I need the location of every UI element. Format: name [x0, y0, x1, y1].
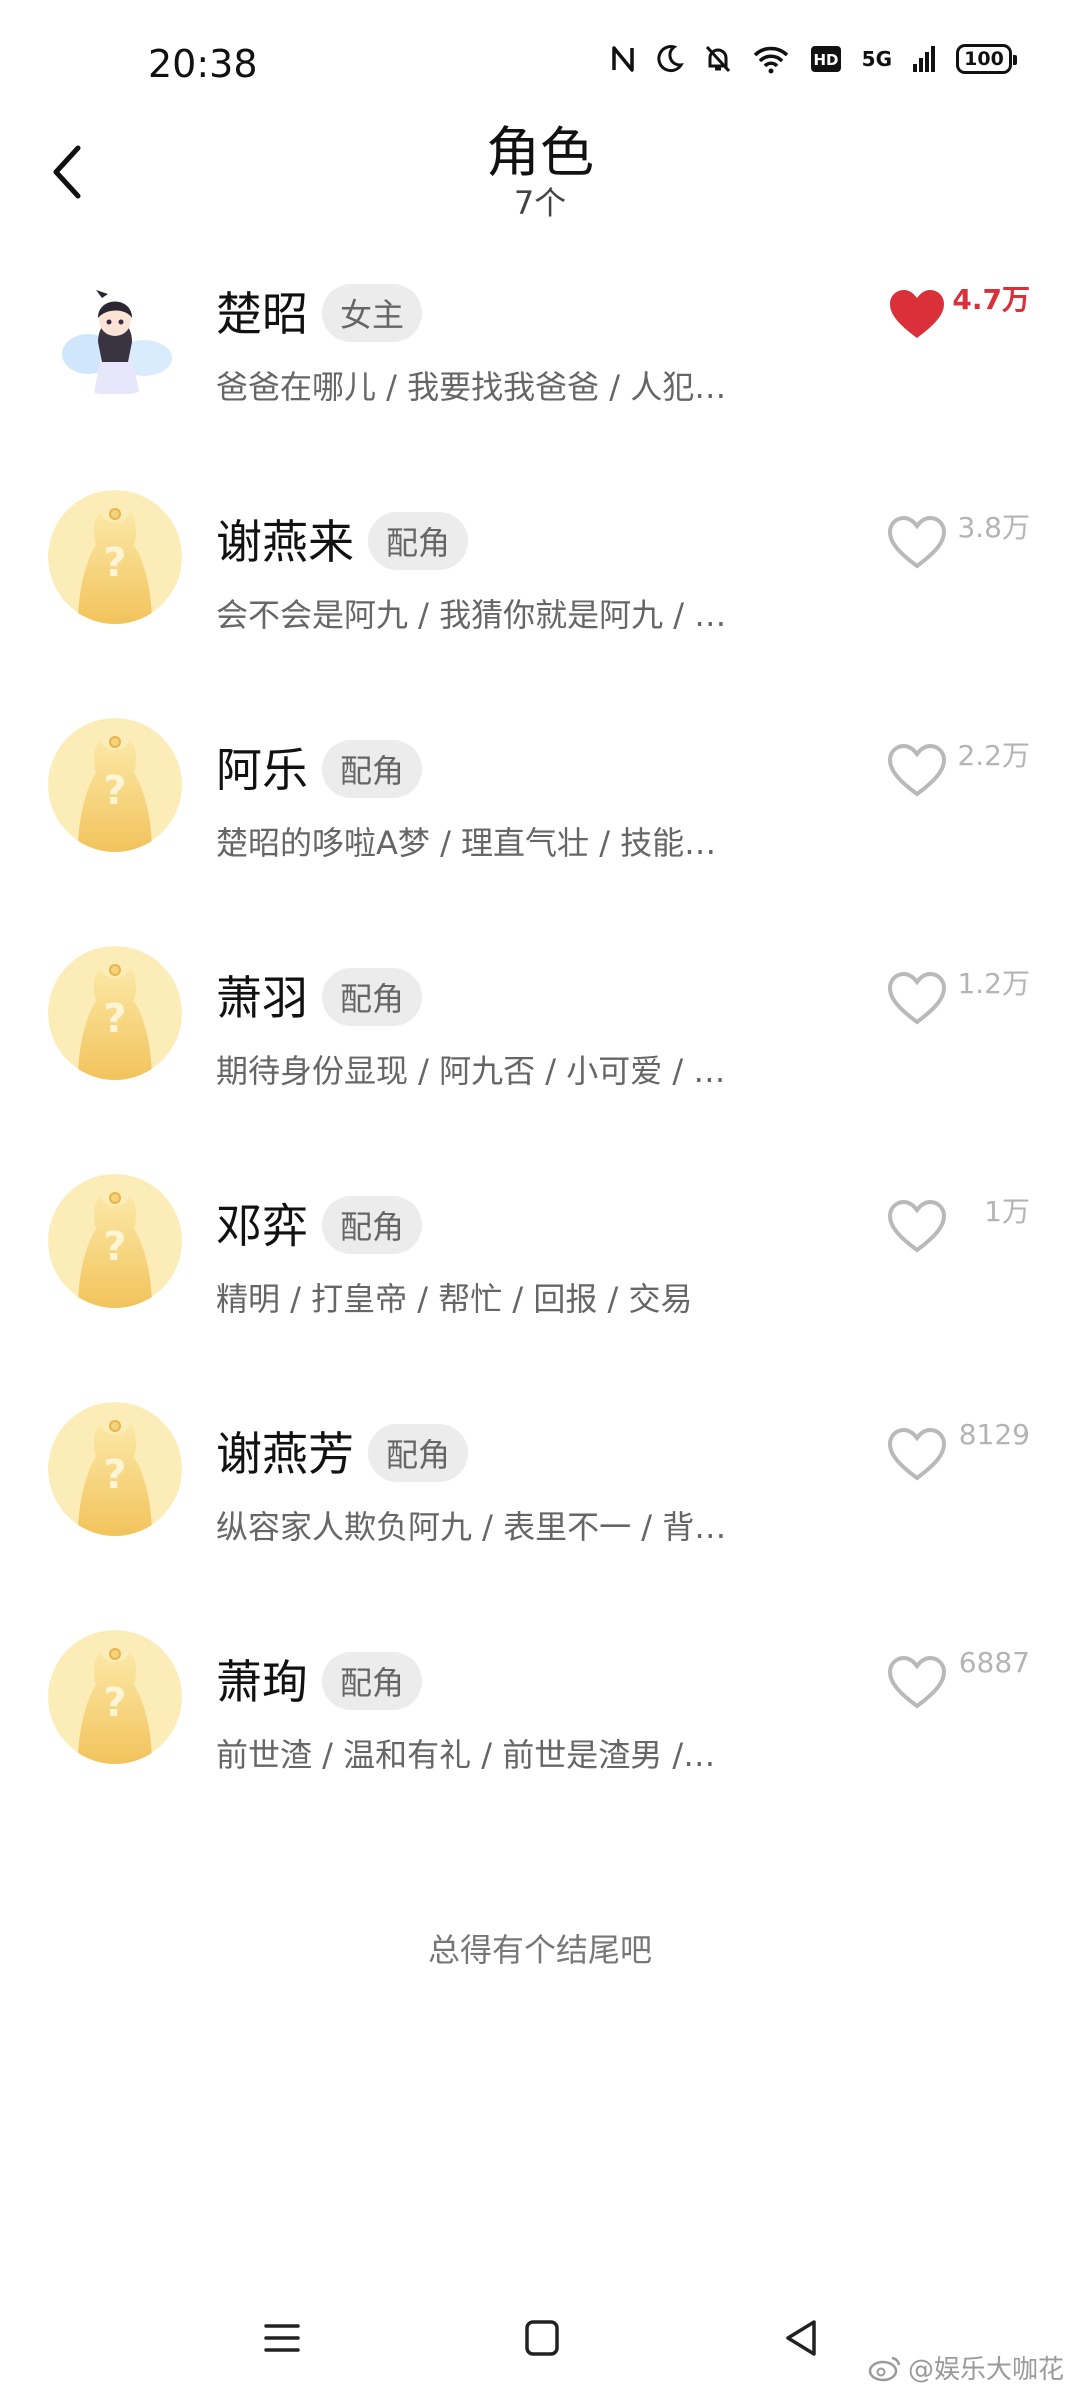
character-tags: 期待身份显现 / 阿九否 / 小可爱 / …: [216, 1052, 726, 1090]
list-end-text: 总得有个结尾吧: [427, 1931, 652, 1969]
page-title: 角色: [486, 121, 594, 184]
role-tag: 配角: [322, 1195, 423, 1254]
character-name: 谢燕芳 配角: [216, 1418, 469, 1487]
character-name-text: 邓弈: [216, 1199, 308, 1253]
placeholder-avatar-icon: ?: [48, 1402, 182, 1536]
square-icon: [525, 2320, 559, 2356]
character-tags: 楚昭的哆啦A梦 / 理直气壮 / 技能…: [216, 824, 717, 862]
watermark-text: @娱乐大咖花: [907, 2355, 1064, 2385]
character-row[interactable]: ? 萧珣 配角 前世渣 / 温和有礼 / 前世是渣男 /… 6887: [0, 1618, 1080, 1846]
character-tags: 前世渣 / 温和有礼 / 前世是渣男 /…: [216, 1736, 716, 1774]
moon-icon: [656, 44, 684, 74]
placeholder-avatar-icon: ?: [48, 1630, 182, 1764]
svg-text:HD: HD: [813, 51, 838, 69]
character-tags: 爸爸在哪儿 / 我要找我爸爸 / 人犯…: [216, 368, 727, 406]
bell-muted-icon: [704, 44, 732, 74]
menu-icon: [264, 2324, 300, 2352]
header: 角色 7个: [0, 100, 1080, 230]
character-row[interactable]: ? 邓弈 配角 精明 / 打皇帝 / 帮忙 / 回报 / 交易 1万: [0, 1162, 1080, 1390]
character-count: 7个: [513, 184, 567, 222]
character-name-text: 楚昭: [216, 287, 308, 341]
like-count: 1.2万: [957, 967, 1030, 1000]
navigation-bar: @娱乐大咖花: [0, 2300, 1080, 2400]
signal-icon: [912, 44, 936, 74]
character-name: 谢燕来 配角: [216, 506, 469, 575]
weibo-icon: [868, 2356, 901, 2381]
character-name-text: 谢燕芳: [216, 1427, 354, 1481]
character-list: 楚昭 女主 爸爸在哪儿 / 我要找我爸爸 / 人犯… 4.7万 ? 谢燕来 配角 会…: [0, 250, 1080, 1846]
character-name: 楚昭 女主: [216, 278, 423, 347]
role-tag: 配角: [368, 511, 469, 570]
character-tags: 纵容家人欺负阿九 / 表里不一 / 背…: [216, 1508, 727, 1546]
wifi-icon: [752, 44, 790, 74]
character-name-text: 谢燕来: [216, 515, 354, 569]
status-time: 20:38: [148, 42, 258, 86]
svg-text:?: ?: [103, 768, 126, 814]
recent-apps-button[interactable]: [252, 2308, 312, 2368]
character-row[interactable]: ? 阿乐 配角 楚昭的哆啦A梦 / 理直气壮 / 技能… 2.2万: [0, 706, 1080, 934]
like-count: 6887: [958, 1646, 1030, 1679]
character-tags: 会不会是阿九 / 我猜你就是阿九 / …: [216, 596, 727, 634]
character-name: 萧珣 配角: [216, 1646, 423, 1715]
role-tag: 配角: [368, 1423, 469, 1482]
status-icons: HD 5G 100: [610, 44, 1017, 74]
like-count: 1万: [984, 1195, 1030, 1228]
heart-outline-icon[interactable]: [886, 1426, 948, 1482]
watermark: @娱乐大咖花: [868, 2349, 1064, 2386]
svg-text:?: ?: [103, 1680, 126, 1726]
character-row[interactable]: 楚昭 女主 爸爸在哪儿 / 我要找我爸爸 / 人犯… 4.7万: [0, 250, 1080, 478]
placeholder-avatar-icon: ?: [48, 1174, 182, 1308]
placeholder-avatar-icon: ?: [48, 946, 182, 1080]
heart-outline-icon[interactable]: [886, 970, 948, 1026]
hd-icon: HD: [810, 44, 842, 74]
like-area: 8129: [840, 1408, 1030, 1488]
home-button[interactable]: [512, 2308, 572, 2368]
role-tag: 女主: [322, 283, 423, 342]
like-area: 3.8万: [840, 496, 1030, 576]
like-area: 4.7万: [840, 268, 1030, 348]
like-count: 4.7万: [952, 283, 1030, 316]
character-name-text: 萧珣: [216, 1655, 308, 1709]
svg-text:?: ?: [103, 996, 126, 1042]
role-tag: 配角: [322, 1651, 423, 1710]
triangle-back-icon: [786, 2320, 816, 2356]
like-count: 3.8万: [957, 511, 1030, 544]
system-back-button[interactable]: [772, 2308, 832, 2368]
character-tags: 精明 / 打皇帝 / 帮忙 / 回报 / 交易: [216, 1280, 693, 1318]
nfc-icon: [610, 44, 636, 74]
character-name: 阿乐 配角: [216, 734, 423, 803]
like-count: 8129: [958, 1418, 1030, 1451]
heart-outline-icon[interactable]: [886, 514, 948, 570]
like-area: 1.2万: [840, 952, 1030, 1032]
character-name: 萧羽 配角: [216, 962, 423, 1031]
role-tag: 配角: [322, 739, 423, 798]
network-label: 5G: [861, 47, 892, 71]
like-count: 2.2万: [957, 739, 1030, 772]
heart-outline-icon[interactable]: [886, 1198, 948, 1254]
svg-text:?: ?: [103, 540, 126, 586]
character-row[interactable]: ? 谢燕来 配角 会不会是阿九 / 我猜你就是阿九 / … 3.8万: [0, 478, 1080, 706]
character-name-text: 阿乐: [216, 743, 308, 797]
character-row[interactable]: ? 萧羽 配角 期待身份显现 / 阿九否 / 小可爱 / … 1.2万: [0, 934, 1080, 1162]
heart-outline-icon[interactable]: [886, 742, 948, 798]
placeholder-avatar-icon: ?: [48, 490, 182, 624]
character-name-text: 萧羽: [216, 971, 308, 1025]
svg-text:?: ?: [103, 1224, 126, 1270]
character-name: 邓弈 配角: [216, 1190, 423, 1259]
like-area: 2.2万: [840, 724, 1030, 804]
avatar-image: [48, 262, 182, 396]
like-area: 6887: [840, 1636, 1030, 1716]
character-row[interactable]: ? 谢燕芳 配角 纵容家人欺负阿九 / 表里不一 / 背… 8129: [0, 1390, 1080, 1618]
placeholder-avatar-icon: ?: [48, 718, 182, 852]
battery-icon: 100: [956, 44, 1017, 74]
svg-text:?: ?: [103, 1452, 126, 1498]
like-area: 1万: [840, 1180, 1030, 1260]
heart-filled-icon[interactable]: [886, 286, 948, 342]
role-tag: 配角: [322, 967, 423, 1026]
heart-outline-icon[interactable]: [886, 1654, 948, 1710]
